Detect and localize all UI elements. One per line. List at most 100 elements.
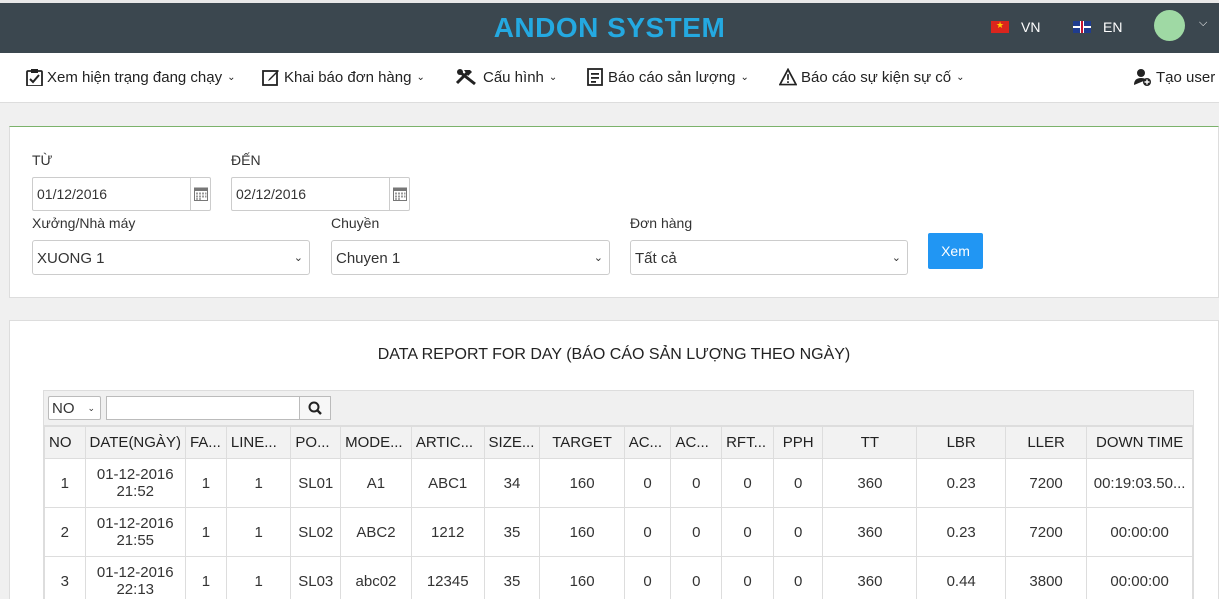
edit-icon (262, 68, 280, 86)
order-select[interactable]: Tất cả ⌄ (630, 240, 908, 275)
column-header[interactable]: AC... (623, 426, 672, 459)
factory-select[interactable]: XUONG 1 ⌄ (32, 240, 310, 275)
table-cell: 0 (623, 458, 672, 508)
line-select[interactable]: Chuyen 1 ⌄ (331, 240, 610, 275)
create-user-button[interactable]: Tạo user (1134, 68, 1215, 86)
calendar-icon[interactable] (190, 177, 210, 211)
table-cell: 00:00:00 (1086, 556, 1193, 599)
nav-item-label: Xem hiện trạng đang chạy (47, 68, 223, 86)
nav-item-label: Cấu hình (483, 68, 544, 86)
table-cell: 0 (623, 507, 672, 557)
table-cell: ABC2 (340, 507, 412, 557)
line-label: Chuyền (331, 215, 380, 231)
table-cell: 35 (483, 556, 541, 599)
column-header[interactable]: PO... (290, 426, 342, 459)
top-bar: ANDON SYSTEM VN EN ⌵ (0, 0, 1219, 53)
column-header[interactable]: MODE... (340, 426, 412, 459)
main-nav: Xem hiện trạng đang chạy ⌄ Khai báo đơn … (0, 53, 1219, 103)
lang-en-button[interactable]: EN (1073, 19, 1122, 35)
user-avatar[interactable] (1154, 10, 1185, 41)
from-date-input[interactable]: 01/12/2016 (32, 177, 211, 211)
column-header[interactable]: PPH (772, 426, 824, 459)
table-cell: 2 (44, 507, 86, 557)
report-table: NO DATE(NGÀY) FA... LINE... PO... MODE..… (44, 426, 1193, 599)
nav-item-order-declaration[interactable]: Khai báo đơn hàng ⌄ (262, 68, 425, 86)
column-header[interactable]: TARGET (539, 426, 625, 459)
chevron-down-icon: ⌄ (548, 71, 558, 83)
nav-item-configuration[interactable]: Cấu hình ⌄ (455, 68, 557, 86)
column-header[interactable]: LLER (1004, 426, 1088, 459)
report-icon (586, 68, 604, 86)
order-value: Tất cả (635, 250, 677, 267)
tools-icon (455, 68, 479, 86)
chevron-down-icon[interactable]: ⌵ (1199, 17, 1207, 30)
to-label: ĐẾN (231, 152, 261, 168)
search-button[interactable] (299, 396, 331, 420)
lang-vn-label: VN (1021, 19, 1041, 35)
vietnam-flag-icon (991, 20, 1009, 33)
table-row[interactable]: 1 01-12-2016 21:52 1 1 SL01 A1 ABC1 34 1… (44, 458, 1193, 508)
nav-item-incident-report[interactable]: Báo cáo sự kiện sự cố ⌄ (779, 68, 965, 86)
to-date-input[interactable]: 02/12/2016 (231, 177, 410, 211)
column-header[interactable]: FA... (184, 426, 227, 459)
search-icon (308, 401, 322, 415)
table-cell: 0 (721, 507, 774, 557)
table-header-row: NO DATE(NGÀY) FA... LINE... PO... MODE..… (44, 426, 1193, 459)
add-user-icon (1134, 68, 1152, 86)
table-cell: 0 (772, 458, 824, 508)
from-label: TỪ (32, 152, 53, 168)
table-cell: 1 (184, 556, 227, 599)
calendar-icon[interactable] (389, 177, 409, 211)
table-cell: 7200 (1004, 458, 1088, 508)
nav-item-label: Báo cáo sự kiện sự cố (801, 68, 952, 86)
table-cell: 0 (772, 507, 824, 557)
table-cell: 1212 (410, 507, 485, 557)
column-header[interactable]: ARTIC... (410, 426, 485, 459)
from-date-value: 01/12/2016 (37, 186, 108, 202)
view-button[interactable]: Xem (928, 233, 983, 269)
report-title: DATA REPORT FOR DAY (BÁO CÁO SẢN LƯỢNG T… (377, 346, 851, 363)
table-cell: A1 (340, 458, 412, 508)
factory-label: Xưởng/Nhà máy (32, 215, 136, 231)
nav-item-label: Báo cáo sản lượng (608, 68, 736, 86)
sort-select[interactable]: NO ⌄ (48, 396, 101, 420)
search-input[interactable] (106, 396, 300, 420)
column-header[interactable]: LINE... (225, 426, 292, 459)
line-value: Chuyen 1 (336, 250, 401, 267)
factory-value: XUONG 1 (37, 250, 105, 267)
table-cell: 160 (539, 507, 625, 557)
table-cell: 0 (721, 556, 774, 599)
column-header[interactable]: NO (44, 426, 86, 459)
column-header[interactable]: AC... (670, 426, 723, 459)
nav-item-label: Khai báo đơn hàng (284, 68, 412, 86)
uk-flag-icon (1073, 21, 1091, 33)
table-cell: SL01 (290, 458, 342, 508)
sort-select-value: NO (52, 400, 75, 417)
column-header[interactable]: SIZE... (483, 426, 541, 459)
table-cell: 01-12-2016 21:52 (84, 458, 186, 508)
table-cell: 01-12-2016 21:55 (84, 507, 186, 557)
lang-vn-button[interactable]: VN (991, 19, 1040, 35)
table-cell: 360 (822, 507, 918, 557)
table-cell: 0.44 (916, 556, 1006, 599)
table-cell: 1 (44, 458, 86, 508)
grid-toolbar: NO ⌄ (44, 391, 1193, 426)
nav-item-production-report[interactable]: Báo cáo sản lượng ⌄ (586, 68, 749, 86)
table-cell: 0 (772, 556, 824, 599)
column-header[interactable]: RFT... (721, 426, 774, 459)
column-header[interactable]: TT (822, 426, 918, 459)
table-cell: 1 (225, 507, 292, 557)
table-cell: 00:00:00 (1086, 507, 1193, 557)
table-cell: 0 (721, 458, 774, 508)
clipboard-check-icon (25, 68, 43, 86)
table-cell: 0.23 (916, 458, 1006, 508)
table-cell: 01-12-2016 22:13 (84, 556, 186, 599)
table-row[interactable]: 2 01-12-2016 21:55 1 1 SL02 ABC2 1212 35… (44, 507, 1193, 557)
order-label: Đơn hàng (630, 215, 693, 231)
column-header[interactable]: DATE(NGÀY) (84, 426, 186, 459)
column-header[interactable]: LBR (916, 426, 1006, 459)
table-row[interactable]: 3 01-12-2016 22:13 1 1 SL03 abc02 12345 … (44, 556, 1193, 599)
nav-item-current-status[interactable]: Xem hiện trạng đang chạy ⌄ (25, 68, 236, 86)
lang-en-label: EN (1103, 19, 1123, 35)
column-header[interactable]: DOWN TIME (1086, 426, 1193, 459)
